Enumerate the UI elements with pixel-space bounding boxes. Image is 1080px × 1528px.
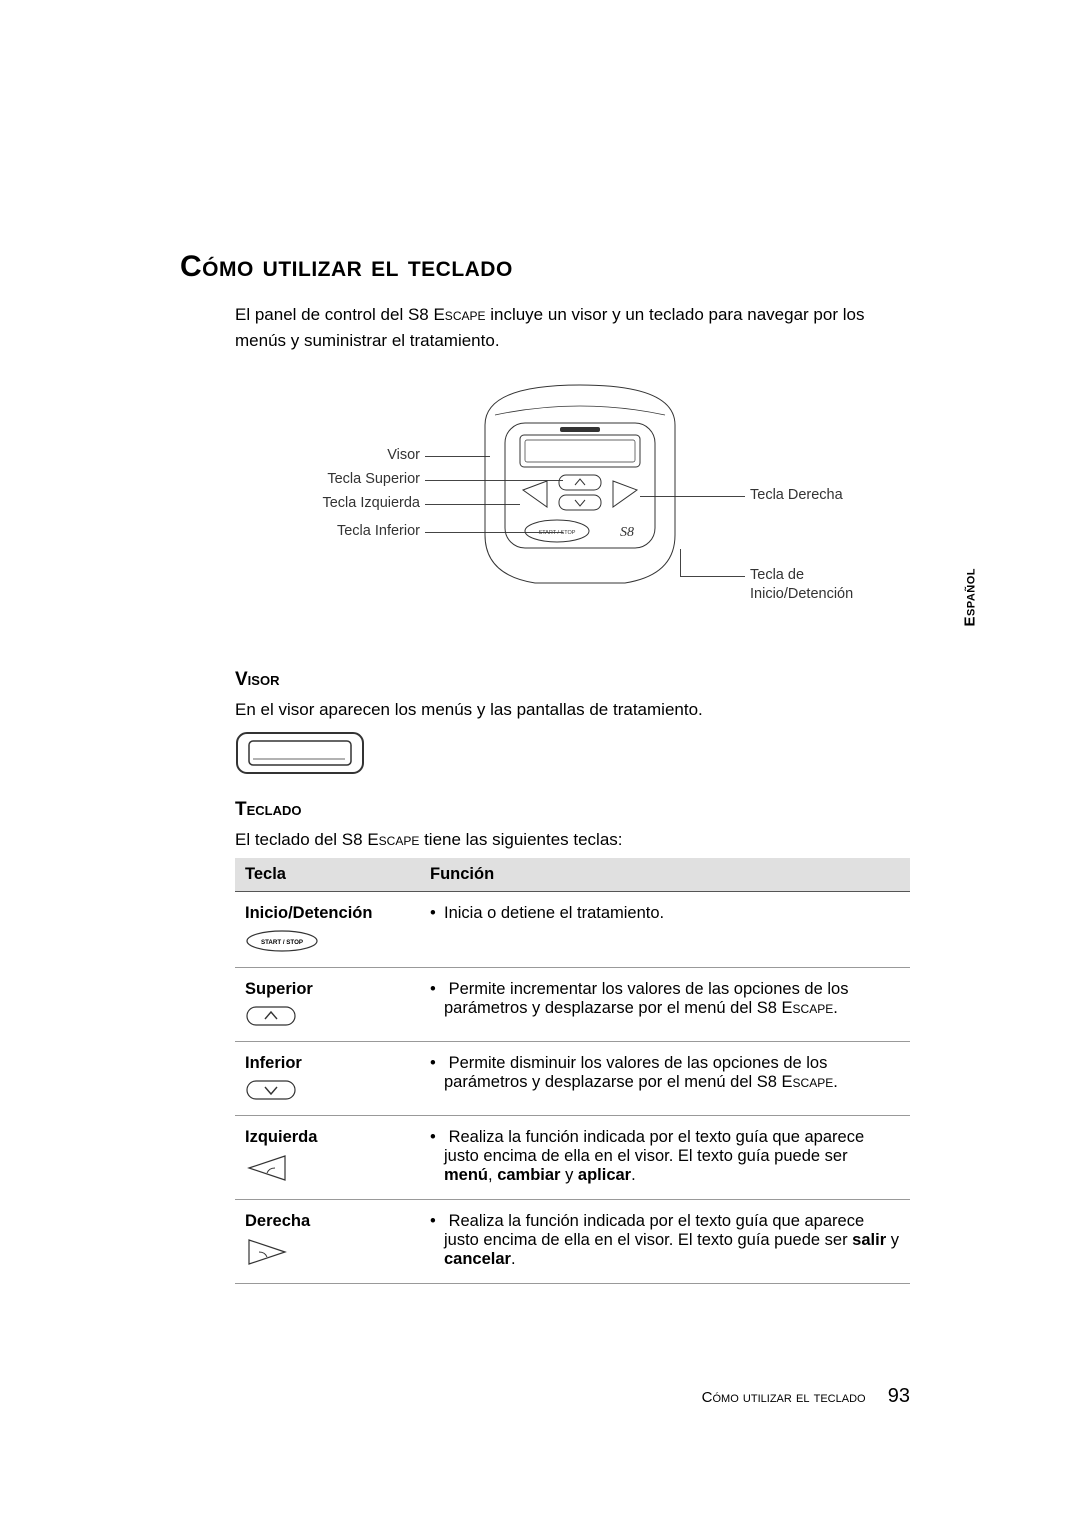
- th-funcion: Función: [420, 858, 910, 892]
- intro-text: El panel de control del S8 Escape incluy…: [180, 302, 910, 353]
- page-footer: Cómo utilizar el teclado 93: [702, 1385, 910, 1408]
- key-desc: Permite incrementar los valores de las o…: [444, 980, 900, 1018]
- key-desc: Permite disminuir los valores de las opc…: [444, 1054, 900, 1092]
- teclado-body: El teclado del S8 Escape tiene las sigui…: [235, 827, 910, 853]
- visor-body: En el visor aparecen los menús y las pan…: [235, 697, 910, 723]
- page-title: Cómo utilizar el teclado: [180, 250, 910, 284]
- start-stop-key-icon: START / STOP: [245, 929, 410, 953]
- right-key-icon: [245, 1237, 410, 1267]
- svg-text:START / STOP: START / STOP: [539, 530, 576, 536]
- svg-text:START / STOP: START / STOP: [261, 939, 303, 946]
- label-tecla-inicio-l2: Inicio/Detención: [750, 586, 853, 602]
- label-visor: Visor: [265, 447, 420, 463]
- label-tecla-derecha: Tecla Derecha: [750, 487, 843, 503]
- device-illustration: START / STOP S8: [465, 375, 695, 595]
- label-tecla-inferior: Tecla Inferior: [265, 523, 420, 539]
- table-row: Derecha Realiza la función indicada por …: [235, 1200, 910, 1284]
- key-name: Inferior: [245, 1054, 302, 1072]
- device-diagram: Visor Tecla Superior Tecla Izquierda Tec…: [180, 375, 910, 645]
- key-desc: Realiza la función indicada por el texto…: [444, 1128, 900, 1185]
- svg-text:S8: S8: [620, 525, 634, 540]
- left-key-icon: [245, 1153, 410, 1183]
- heading-teclado: Teclado: [235, 799, 910, 821]
- up-key-icon: [245, 1005, 410, 1027]
- table-row: Inicio/Detención START / STOP Inicia o d…: [235, 892, 910, 968]
- table-row: Inferior Permite disminuir los valores d…: [235, 1042, 910, 1116]
- down-key-icon: [245, 1079, 410, 1101]
- label-tecla-izquierda: Tecla Izquierda: [265, 495, 420, 511]
- key-name: Inicio/Detención: [245, 904, 372, 922]
- page-number: 93: [888, 1385, 910, 1407]
- teclado-after: tiene las siguientes teclas:: [419, 830, 622, 849]
- intro-before: El panel de control del: [235, 305, 408, 324]
- key-desc: Realiza la función indicada por el texto…: [444, 1212, 900, 1269]
- th-tecla: Tecla: [235, 858, 420, 892]
- teclado-before: El teclado del: [235, 830, 342, 849]
- label-tecla-inicio-l1: Tecla de: [750, 567, 804, 583]
- footer-title: Cómo utilizar el teclado: [702, 1389, 866, 1406]
- visor-icon: [235, 731, 910, 775]
- table-row: Izquierda Realiza la función indicada po…: [235, 1116, 910, 1200]
- key-desc: Inicia o detiene el tratamiento.: [444, 904, 900, 923]
- intro-device: S8 Escape: [408, 305, 486, 324]
- table-row: Superior Permite incrementar los valores…: [235, 968, 910, 1042]
- language-tab: Español: [962, 568, 979, 627]
- page-content: Cómo utilizar el teclado El panel de con…: [0, 0, 1080, 1364]
- heading-visor: Visor: [235, 669, 910, 691]
- key-name: Derecha: [245, 1212, 310, 1230]
- key-name: Superior: [245, 980, 313, 998]
- label-tecla-superior: Tecla Superior: [265, 471, 420, 487]
- teclado-device: S8 Escape: [342, 830, 420, 849]
- keys-table: Tecla Función Inicio/Detención START / S…: [235, 858, 910, 1284]
- key-name: Izquierda: [245, 1128, 317, 1146]
